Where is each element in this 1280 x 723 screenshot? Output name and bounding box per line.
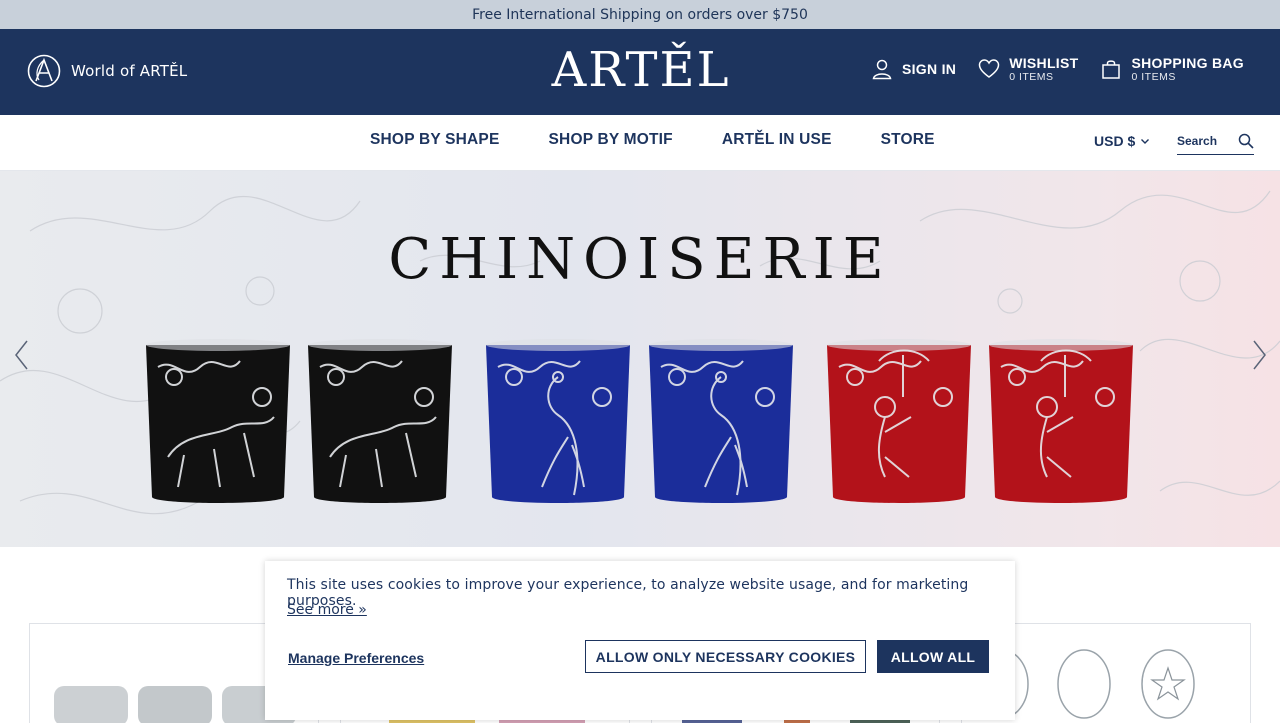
monkey-tumbler-red: [827, 339, 971, 503]
allow-necessary-cookies-button[interactable]: ALLOW ONLY NECESSARY COOKIES: [585, 640, 866, 673]
leopard-tumbler-black: [308, 339, 452, 503]
search-input[interactable]: [1177, 133, 1233, 148]
world-of-artel-link[interactable]: World of ARTĚL: [27, 54, 187, 88]
hero-banner[interactable]: CHINOISERIE: [0, 171, 1280, 547]
leopard-tumbler-black: [146, 339, 290, 503]
sign-in-button[interactable]: SIGN IN: [871, 58, 956, 80]
shopping-bag-button[interactable]: SHOPPING BAG 0 ITEMS: [1100, 55, 1244, 83]
nav-store[interactable]: STORE: [881, 131, 935, 149]
nav-shop-by-shape[interactable]: SHOP BY SHAPE: [370, 131, 500, 149]
site-header: World of ARTĚL ARTĚL SIGN IN WISHLIST 0 …: [0, 29, 1280, 115]
cookie-message: This site uses cookies to improve your e…: [287, 577, 969, 609]
manage-preferences-link[interactable]: Manage Preferences: [288, 650, 424, 666]
shopping-bag-label: SHOPPING BAG: [1131, 55, 1244, 71]
wishlist-label: WISHLIST: [1009, 55, 1079, 71]
chevron-down-icon: [1141, 139, 1150, 144]
nav-artel-in-use[interactable]: ARTĚL IN USE: [722, 131, 832, 149]
wishlist-button[interactable]: WISHLIST 0 ITEMS: [978, 55, 1078, 83]
brand-logo[interactable]: ARTĚL: [552, 41, 729, 99]
cookie-consent-banner: This site uses cookies to improve your e…: [265, 561, 1015, 720]
monkey-tumbler-red: [989, 339, 1133, 503]
search-icon[interactable]: [1238, 133, 1254, 149]
shopping-bag-icon: [1102, 60, 1121, 79]
nav-shop-by-motif[interactable]: SHOP BY MOTIF: [549, 131, 673, 149]
search-box: [1177, 127, 1254, 155]
allow-all-cookies-button[interactable]: ALLOW ALL: [877, 640, 989, 673]
currency-value: USD $: [1094, 133, 1136, 149]
chevron-right-icon[interactable]: [1249, 337, 1269, 373]
main-navigation: SHOP BY SHAPE SHOP BY MOTIF ARTĚL IN USE…: [0, 115, 1280, 171]
see-more-link[interactable]: See more »: [287, 602, 367, 618]
hero-title: CHINOISERIE: [388, 227, 892, 292]
sign-in-label: SIGN IN: [901, 61, 957, 77]
user-icon: [872, 59, 892, 80]
artel-emblem-icon: [27, 54, 61, 88]
shopping-bag-count: 0 ITEMS: [1131, 71, 1176, 83]
heart-icon: [978, 59, 1000, 78]
wishlist-count: 0 ITEMS: [1009, 71, 1054, 83]
promo-bar: Free International Shipping on orders ov…: [0, 0, 1280, 29]
promo-text: Free International Shipping on orders ov…: [472, 6, 808, 23]
peacock-tumbler-blue: [486, 339, 630, 503]
world-of-artel-label: World of ARTĚL: [71, 62, 188, 80]
chevron-left-icon[interactable]: [12, 337, 32, 373]
peacock-tumbler-blue: [649, 339, 793, 503]
currency-selector[interactable]: USD $: [1094, 133, 1150, 149]
